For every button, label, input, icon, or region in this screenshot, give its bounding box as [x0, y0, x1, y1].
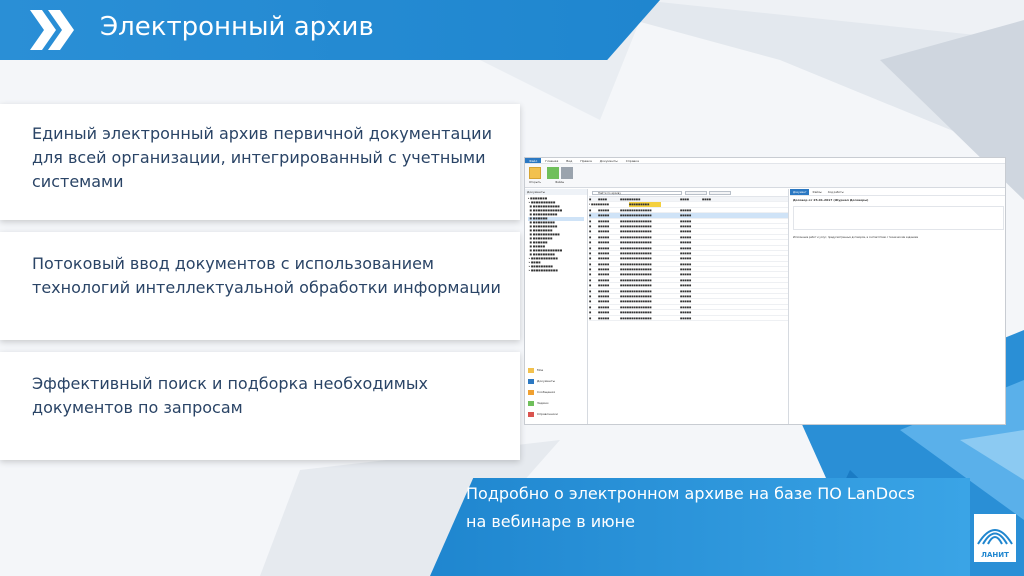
feature-text-1: Единый электронный архив первичной докум…: [32, 124, 492, 191]
page-title: Электронный архив: [100, 12, 374, 42]
nav-label: Мое: [537, 368, 544, 372]
folder-icon: [528, 368, 534, 373]
attach-icon[interactable]: [547, 167, 559, 179]
webinar-line-2: на вебинаре в июне: [466, 512, 635, 531]
ribbon-tab[interactable]: Документы: [596, 158, 622, 163]
document-rows: ■ ■■■■■ ■■■■■■■■■■■■■■ ■■■■■ ■ ■■■■■ ■■■■■■■■■…: [589, 208, 788, 321]
nav-item-my[interactable]: Мое: [525, 365, 588, 376]
ribbon-group-label: Открыть: [529, 181, 541, 184]
open-icon[interactable]: [529, 167, 541, 179]
search-bar: Найти по архиву: [589, 189, 788, 197]
feature-text-3: Эффективный поиск и подборка необходимых…: [32, 374, 428, 417]
lanit-emblem-icon: [977, 529, 1013, 545]
search-input[interactable]: Найти по архиву: [592, 191, 682, 195]
document-list-pane: Найти по архиву ■ ■■■■ ■■■■■■■■■ ■■■■ ■■■■ ▾…: [589, 189, 789, 424]
delete-icon[interactable]: [561, 167, 573, 179]
ribbon: Открыть Файлы: [525, 164, 1005, 188]
preview-tab[interactable]: Ход работы: [825, 189, 847, 195]
logo-text: ЛАНИТ: [981, 551, 1009, 559]
preview-attributes: [793, 206, 1004, 230]
document-icon: [528, 379, 534, 384]
tree-row[interactable]: ▸ ■■■■■■■■■■■: [528, 269, 584, 273]
folder-tree: ▸ ■■■■■■■ ▸ ■■■■■■■■■■ ■ ■■■■■■■■■■■ ■ ■…: [525, 195, 587, 275]
ribbon-tab[interactable]: Файл: [525, 158, 542, 163]
nav-item-references[interactable]: Справочники: [525, 409, 588, 420]
nav-list: Мое Документы Сообщения Задачи Справочни…: [525, 365, 588, 420]
nav-label: Сообщения: [537, 390, 556, 394]
app-screenshot: Файл Главная Вид Правка Документы Справк…: [524, 157, 1006, 425]
ribbon-group-label: Файлы: [555, 181, 565, 184]
preview-tab[interactable]: Файлы: [809, 189, 824, 195]
lanit-logo: ЛАНИТ: [974, 514, 1016, 562]
search-button[interactable]: [685, 191, 707, 195]
book-icon: [528, 412, 534, 417]
ribbon-tab[interactable]: Вид: [562, 158, 576, 163]
preview-title: Договор от 25.01.2017 (Журнал Договоры): [793, 198, 869, 202]
mail-icon: [528, 390, 534, 395]
nav-item-tasks[interactable]: Задачи: [525, 398, 588, 409]
preview-tab[interactable]: Документ: [790, 189, 810, 195]
filter-button[interactable]: [709, 191, 731, 195]
preview-text: Исполнение работ и услуг, предусмотренны…: [793, 236, 919, 239]
ribbon-tab[interactable]: Главная: [541, 158, 562, 163]
double-chevron-icon: [30, 10, 74, 50]
nav-label: Задачи: [537, 401, 549, 405]
nav-label: Документы: [537, 379, 555, 383]
table-row[interactable]: ■ ■■■■■ ■■■■■■■■■■■■■■ ■■■■■: [589, 316, 788, 321]
nav-item-documents[interactable]: Документы: [525, 376, 588, 387]
feature-text-2: Потоковый ввод документов с использовани…: [32, 254, 501, 297]
preview-tabs: Документ Файлы Ход работы: [790, 189, 1005, 196]
webinar-line-1: Подробно о электронном архиве на базе ПО…: [466, 484, 916, 503]
ribbon-tab[interactable]: Справка: [622, 158, 643, 163]
task-icon: [528, 401, 534, 406]
nav-item-messages[interactable]: Сообщения: [525, 387, 588, 398]
ribbon-tab[interactable]: Правка: [576, 158, 595, 163]
preview-pane: Документ Файлы Ход работы Договор от 25.…: [790, 189, 1005, 424]
nav-label: Справочники: [537, 412, 558, 416]
navigation-pane: Документы ▸ ■■■■■■■ ▸ ■■■■■■■■■■ ■ ■■■■■…: [525, 189, 588, 424]
